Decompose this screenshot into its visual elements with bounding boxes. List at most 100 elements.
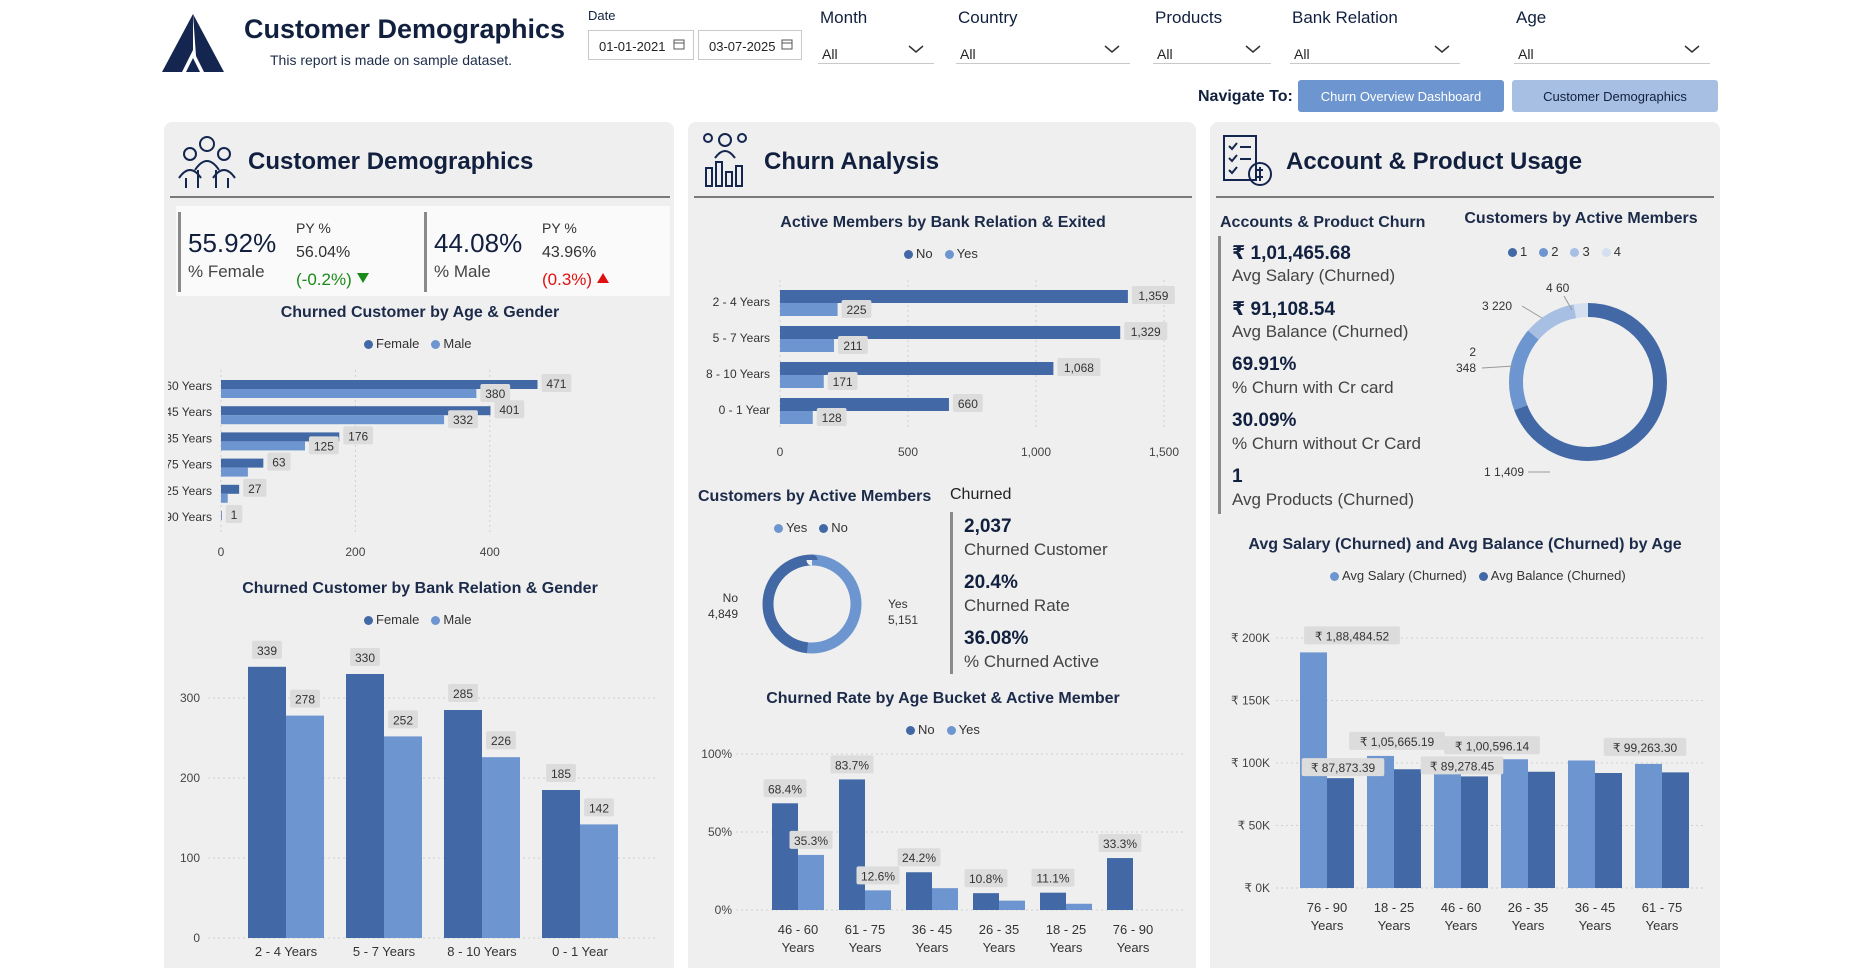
active-members-bar-chart: 0 500 1,000 1,500 2 - 4 Years 1,359 225 5 - 7 Y…	[706, 280, 1179, 459]
bank-relation-dropdown[interactable]: All	[1290, 34, 1460, 64]
churn-overview-button[interactable]: Churn Overview Dashboard	[1298, 80, 1504, 112]
category-label-unit: Years	[1445, 918, 1478, 933]
data-label: ₹ 1,88,484.52	[1315, 629, 1390, 643]
y-tick-label: ₹ 0K	[1244, 881, 1270, 895]
legend-yes: Yes	[774, 520, 807, 535]
female-delta: (-0.2%)	[296, 270, 352, 289]
category-label: 76 - 90	[1307, 900, 1347, 915]
leader-line	[1481, 365, 1515, 369]
legend-male: Male	[431, 336, 472, 351]
category-label: 36 - 45	[1575, 900, 1615, 915]
legend-yes: Yes	[944, 246, 978, 261]
chevron-down-icon	[1434, 45, 1450, 53]
category-label: 26 - 35	[1508, 900, 1548, 915]
yes-bar	[1066, 903, 1092, 910]
data-label: 142	[589, 801, 609, 815]
legend-female: Female	[364, 612, 419, 627]
y-tick-label: ₹ 200K	[1231, 631, 1270, 645]
category-label: 36 - 45 Years	[168, 405, 212, 419]
avg-balance-bar	[1394, 769, 1421, 888]
customer-demographics-button[interactable]: Customer Demographics	[1512, 80, 1718, 112]
data-label: 24.2%	[902, 851, 936, 865]
date-to-field[interactable]: 03-07-2025	[698, 30, 802, 60]
male-bar	[482, 757, 520, 938]
no-bar	[906, 872, 932, 910]
churned-rate-value: 20.4%	[964, 572, 1018, 593]
avg-balance-bar	[1528, 771, 1555, 888]
slice-label: 4 60	[1546, 281, 1570, 295]
calendar-icon	[781, 39, 793, 50]
avg-balance-label: Avg Balance (Churned)	[1232, 322, 1409, 341]
bank-gender-bar-chart: 300 200 100 0 339 278 2 - 4 Years 330 252 5 - 7 Y…	[180, 640, 658, 959]
data-label: ₹ 1,00,596.14	[1455, 739, 1530, 753]
category-label: 8 - 10 Years	[706, 367, 770, 381]
yes-bar	[780, 411, 813, 424]
category-label: 2 - 4 Years	[255, 944, 318, 959]
avg-salary-value: ₹ 1,01,465.68	[1232, 243, 1351, 264]
category-label: 18 - 25 Years	[168, 484, 212, 498]
age-gender-legend: Female Male	[364, 336, 472, 351]
category-label: 5 - 7 Years	[713, 331, 770, 345]
churned-header: Churned	[950, 486, 1012, 503]
no-bar	[973, 893, 999, 910]
bank-relation-value: All	[1294, 46, 1310, 62]
yes-bar	[999, 900, 1025, 910]
data-label: 380	[485, 387, 505, 401]
data-label: 211	[843, 339, 862, 353]
stats-accent-bar	[950, 512, 953, 674]
date-from-field[interactable]: 01-01-2021	[588, 30, 694, 60]
products-filter-label: Products	[1155, 8, 1223, 27]
age-dropdown[interactable]: All	[1514, 34, 1710, 64]
data-label: 471	[546, 377, 566, 391]
no-bar	[839, 779, 865, 910]
active-donut-legend: Yes No	[774, 520, 848, 535]
churn-no-cr-value: 30.09%	[1232, 410, 1297, 431]
churned-active-label: % Churned Active	[964, 652, 1100, 671]
y-tick-label: 0	[193, 931, 200, 945]
category-label-unit: Years	[983, 940, 1016, 955]
avg-products-label: Avg Products (Churned)	[1232, 490, 1415, 509]
data-label: ₹ 87,873.39	[1311, 761, 1376, 775]
churn-rate-legend: No Yes	[906, 722, 980, 737]
date-filter-label: Date	[588, 8, 616, 23]
up-arrow-icon	[597, 273, 609, 283]
category-label-unit: Years	[1311, 918, 1344, 933]
slice-label-value: 4,849	[708, 607, 738, 621]
category-label: 76 - 90	[1113, 922, 1153, 937]
category-label: 0 - 1 Year	[719, 403, 770, 417]
category-label: 26 - 35 Years	[168, 431, 212, 445]
month-dropdown[interactable]: All	[818, 34, 934, 64]
avg-salary-label: Avg Salary (Churned)	[1232, 266, 1396, 285]
data-label: 1,068	[1064, 361, 1094, 375]
active-donut-title: Customers by Active Members	[698, 488, 932, 505]
avg-salary-bar	[1434, 762, 1461, 888]
category-label: 61 - 75	[1642, 900, 1682, 915]
data-label: 63	[272, 456, 286, 470]
y-tick-label: 50%	[708, 825, 732, 839]
category-label-unit: Years	[1646, 918, 1679, 933]
male-py-label: PY %	[542, 220, 577, 236]
female-bar	[346, 674, 384, 938]
y-tick-label: ₹ 50K	[1238, 819, 1270, 833]
no-bar	[780, 362, 1054, 375]
y-tick-label: 200	[180, 771, 200, 785]
data-label: 339	[257, 644, 277, 658]
data-label: 330	[355, 651, 375, 665]
churned-rate-label: Churned Rate	[964, 596, 1070, 615]
category-label: 26 - 35	[979, 922, 1019, 937]
data-label: 285	[453, 687, 473, 701]
x-tick-label: 0	[777, 445, 784, 459]
female-py-value: 56.04%	[296, 244, 351, 261]
products-dropdown[interactable]: All	[1153, 34, 1271, 64]
legend-1: 1	[1508, 244, 1527, 259]
y-tick-label: 300	[180, 691, 200, 705]
age-value: All	[1518, 46, 1534, 62]
category-label-unit: Years	[1579, 918, 1612, 933]
country-dropdown[interactable]: All	[956, 34, 1130, 64]
category-label: 18 - 25	[1374, 900, 1414, 915]
avg-balance-bar	[1662, 772, 1689, 888]
data-label: 176	[348, 429, 368, 443]
data-label: 68.4%	[768, 782, 802, 796]
slice-label: 348	[1456, 361, 1476, 375]
category-label: 46 - 60 Years	[168, 379, 212, 393]
